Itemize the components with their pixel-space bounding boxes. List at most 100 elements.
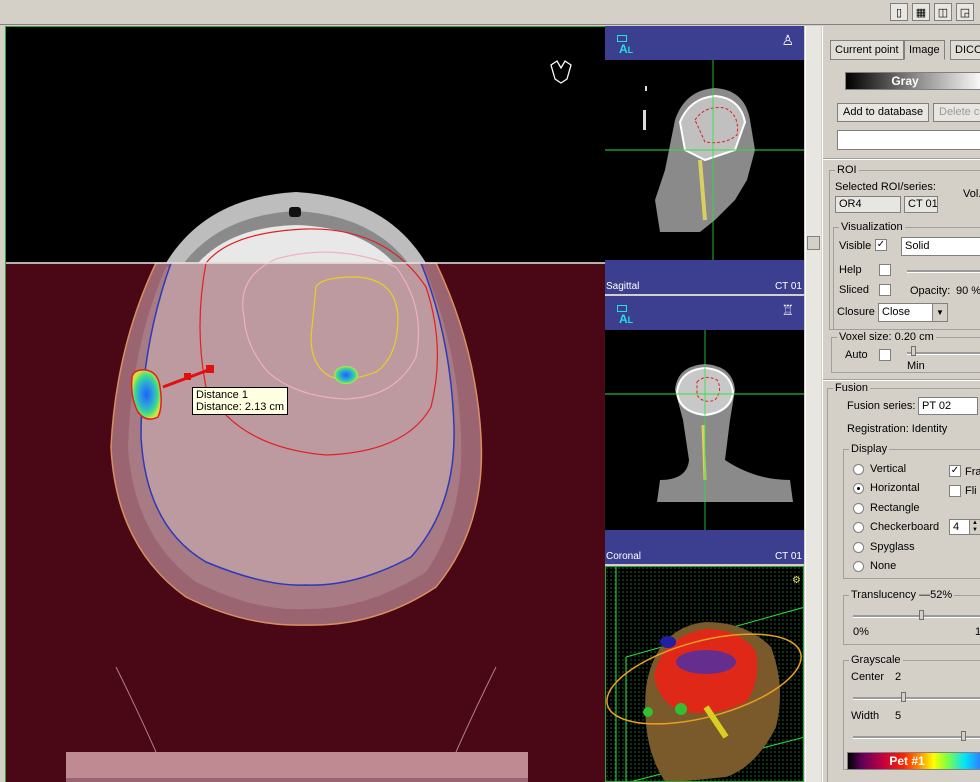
- option-rectangle-label: Rectangle: [870, 502, 920, 514]
- radio-checkerboard[interactable]: [853, 522, 864, 533]
- axial-viewport[interactable]: Distance 1 Distance: 2.13 cm: [5, 26, 605, 782]
- voxel-size-title: Voxel size: 0.20 cm: [837, 331, 936, 343]
- toolbar: ▯ ▦ ◫ ◲: [0, 0, 980, 25]
- voxel-slider[interactable]: [907, 352, 980, 355]
- sagittal-image: [605, 60, 804, 260]
- closure-select[interactable]: Close ▼: [878, 303, 948, 322]
- volume-3d-viewport[interactable]: ⚙: [605, 566, 804, 782]
- help-slider[interactable]: [907, 270, 980, 273]
- database-name-input[interactable]: [837, 130, 980, 150]
- width-value: 5: [895, 710, 902, 722]
- roi-name-field: OR4: [835, 196, 901, 213]
- radio-horizontal[interactable]: [853, 483, 864, 494]
- coronal-orientation: AL: [619, 312, 634, 326]
- axial-image: [6, 27, 605, 782]
- radio-rectangle[interactable]: [853, 503, 864, 514]
- translucency-value: 52%: [930, 589, 953, 601]
- layout-split-icon[interactable]: ◫: [934, 3, 952, 21]
- center-value: 2: [895, 671, 902, 683]
- sliced-checkbox[interactable]: [879, 284, 891, 296]
- opacity-value: 90 %: [956, 285, 980, 297]
- voxel-auto-checkbox[interactable]: [879, 349, 891, 361]
- panel-scrollbar[interactable]: [805, 26, 821, 782]
- width-label: Width: [851, 710, 880, 722]
- center-slider[interactable]: [853, 697, 980, 700]
- roi-series-field: CT 01: [904, 196, 938, 213]
- colormap-name: Pet #1: [889, 754, 925, 768]
- voxel-auto-label: Auto: [845, 349, 868, 361]
- visualization-mode-select[interactable]: Solid: [901, 237, 980, 256]
- visible-checkbox[interactable]: ✓: [875, 239, 887, 251]
- link-icon[interactable]: [617, 35, 627, 42]
- layout-grid-icon[interactable]: ▦: [912, 3, 930, 21]
- sagittal-label: Sagittal: [606, 281, 640, 292]
- coronal-label: Coronal: [606, 551, 642, 562]
- grayscale-title: Grayscale: [849, 654, 903, 666]
- option-none-label: None: [870, 560, 897, 572]
- sagittal-series: CT 01: [774, 281, 802, 292]
- pet-colormap-bar[interactable]: Pet #1: [847, 752, 980, 770]
- fusion-series-select[interactable]: PT 02: [918, 397, 978, 415]
- sagittal-viewport[interactable]: AL ♙ Sagittal CT 01: [605, 26, 804, 294]
- lut-name: Gray: [891, 74, 919, 88]
- registration-label: Registration: Identity: [847, 423, 948, 435]
- settings-icon: ⚙: [792, 575, 801, 586]
- voxel-min-label: Min: [907, 360, 925, 372]
- display-title: Display: [849, 443, 890, 455]
- checkerboard-size-value: 4: [953, 521, 960, 533]
- body-front-icon[interactable]: ♖: [781, 302, 794, 319]
- radio-vertical[interactable]: [853, 464, 864, 475]
- sagittal-header: AL ♙: [605, 26, 804, 60]
- link-icon[interactable]: [617, 305, 627, 312]
- voxel-slider-thumb[interactable]: [911, 346, 916, 356]
- distance-title: Distance 1: [196, 389, 248, 401]
- volume-3d-image: ⚙: [606, 567, 803, 781]
- help-label: Help: [839, 264, 862, 276]
- translucency-min: 0%: [853, 626, 869, 638]
- frame-checkbox[interactable]: ✓: [949, 465, 961, 477]
- sliced-label: Sliced: [839, 284, 869, 296]
- option-spyglass-label: Spyglass: [870, 541, 915, 553]
- fusion-title: Fusion: [833, 382, 871, 394]
- option-vertical-label: Vertical: [870, 463, 907, 475]
- checkerboard-size-spinner[interactable]: 4 ▲ ▼: [949, 519, 980, 535]
- control-panel: Current point Image DICO Gray Add to dat…: [822, 26, 980, 782]
- layout-multi-icon[interactable]: ◲: [956, 3, 974, 21]
- help-checkbox[interactable]: [879, 264, 891, 276]
- add-to-database-button[interactable]: Add to database: [837, 103, 929, 122]
- coronal-viewport[interactable]: AL ♖ Coronal CT 01: [605, 296, 804, 564]
- translucency-title: Translucency —52%: [849, 589, 955, 601]
- visible-label: Visible: [839, 240, 872, 252]
- frame-label: Fra: [965, 466, 980, 478]
- opacity-label: Opacity:: [910, 285, 951, 297]
- sagittal-footer: Sagittal CT 01: [605, 260, 804, 294]
- flip-checkbox[interactable]: [949, 485, 961, 497]
- translucency-slider[interactable]: [853, 615, 980, 618]
- scrollbar-thumb[interactable]: [807, 236, 820, 250]
- distance-tooltip: Distance 1 Distance: 2.13 cm: [192, 387, 289, 415]
- lut-bar[interactable]: Gray: [845, 72, 980, 90]
- translucency-slider-thumb[interactable]: [919, 610, 924, 620]
- tab-dicom[interactable]: DICO: [950, 40, 980, 60]
- center-slider-thumb[interactable]: [901, 692, 906, 702]
- layout-single-icon[interactable]: ▯: [890, 3, 908, 21]
- option-checkerboard-label: Checkerboard: [870, 521, 940, 533]
- head-profile-icon[interactable]: ♙: [781, 32, 794, 49]
- closure-value: Close: [882, 306, 911, 318]
- tab-current-point[interactable]: Current point: [830, 40, 904, 60]
- spinner-arrows-icon[interactable]: ▲ ▼: [969, 520, 980, 534]
- center-label: Center: [851, 671, 885, 683]
- delete-button[interactable]: Delete c: [933, 103, 980, 122]
- chevron-down-icon[interactable]: ▼: [932, 304, 947, 321]
- flip-label: Fli: [965, 485, 977, 497]
- option-horizontal-label: Horizontal: [870, 482, 920, 494]
- coronal-series: CT 01: [774, 551, 802, 562]
- visualization-title: Visualization: [839, 221, 905, 233]
- radio-none[interactable]: [853, 561, 864, 572]
- coronal-footer: Coronal CT 01: [605, 530, 804, 564]
- width-slider-thumb[interactable]: [961, 731, 966, 741]
- radio-spyglass[interactable]: [853, 542, 864, 553]
- selected-roi-label: Selected ROI/series:: [835, 181, 936, 193]
- tab-image[interactable]: Image: [904, 40, 945, 60]
- distance-value: Distance: 2.13 cm: [196, 401, 285, 413]
